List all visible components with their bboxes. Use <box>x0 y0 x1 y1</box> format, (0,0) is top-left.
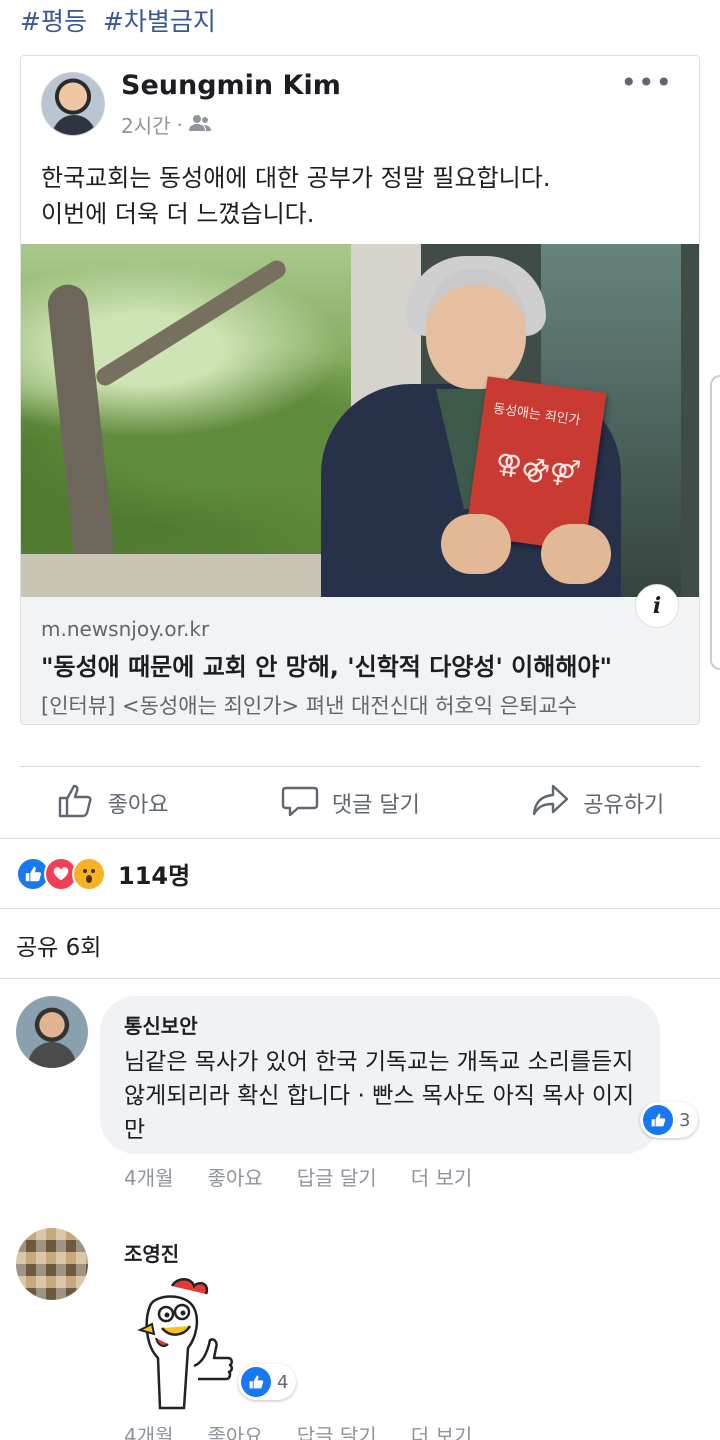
comment-like-badge[interactable]: 3 <box>640 1102 699 1138</box>
comment-like-button[interactable]: 좋아요 <box>208 1420 263 1440</box>
comment-bubble: 통신보안 님같은 목사가 있어 한국 기독교는 개독교 소리를듣지 않게되리라 … <box>100 996 660 1154</box>
like-button[interactable]: 좋아요 <box>56 780 169 826</box>
reaction-count: 114명 <box>118 862 191 890</box>
thumbs-up-icon <box>56 780 96 826</box>
comment-time[interactable]: 4개월 <box>124 1420 174 1440</box>
like-reaction-icon <box>643 1105 673 1135</box>
comment-like-count: 3 <box>679 1109 691 1131</box>
post-meta: 2시간 · <box>121 110 211 139</box>
comment-meta: 4개월 좋아요 답글 달기 더 보기 <box>124 1162 472 1191</box>
divider <box>0 978 720 979</box>
like-reaction-icon <box>241 1367 271 1397</box>
reactions-summary[interactable]: 114명 <box>16 856 190 891</box>
link-domain: m.newsnjoy.or.kr <box>41 617 210 641</box>
right-hand <box>541 524 611 584</box>
share-button[interactable]: 공유하기 <box>531 780 664 826</box>
comment-reply-button[interactable]: 답글 달기 <box>297 1420 377 1440</box>
comment-icon <box>280 780 320 826</box>
comment-label: 댓글 달기 <box>331 793 420 818</box>
comment-reply-button[interactable]: 답글 달기 <box>297 1162 377 1191</box>
comment-more-button[interactable]: 더 보기 <box>411 1162 473 1191</box>
comment-like-badge[interactable]: 4 <box>238 1364 297 1400</box>
shared-post-card: Seungmin Kim 2시간 · ••• 한국교회는 동성애에 대한 공부가… <box>20 55 700 725</box>
comment-more-button[interactable]: 더 보기 <box>411 1420 473 1440</box>
comment-text: 님같은 목사가 있어 한국 기독교는 개독교 소리를듣지 않게되리라 확신 합니… <box>124 1049 635 1143</box>
left-hand <box>441 514 511 574</box>
hashtag-link[interactable]: #차별금지 <box>103 7 216 36</box>
share-label: 공유하기 <box>583 793 665 818</box>
post-actions-bar: 좋아요 댓글 달기 공유하기 <box>0 768 720 838</box>
hashtag-link[interactable]: #평등 <box>20 7 87 36</box>
gender-symbols: ⚢⚣⚤ <box>493 448 582 491</box>
post-text-line: 이번에 더욱 더 느꼈습니다. <box>41 200 315 228</box>
book-title: 동성애는 죄인가 <box>492 401 582 429</box>
edge-panel-handle[interactable] <box>710 375 720 670</box>
link-preview-info[interactable]: m.newsnjoy.or.kr "동성애 때문에 교회 안 망해, '신학적 … <box>21 597 699 724</box>
comment-meta: 4개월 좋아요 답글 달기 더 보기 <box>124 1420 472 1440</box>
link-title: "동성애 때문에 교회 안 망해, '신학적 다양성' 이해해야" <box>41 653 612 681</box>
like-label: 좋아요 <box>107 793 169 818</box>
more-options-icon[interactable]: ••• <box>620 66 673 99</box>
post-text-line: 한국교회는 동성애에 대한 공부가 정말 필요합니다. <box>41 164 551 192</box>
divider <box>20 766 700 767</box>
commenter-name[interactable]: 조영진 <box>124 1238 179 1267</box>
rooster-thumbs-up-sticker[interactable] <box>132 1276 242 1416</box>
share-count[interactable]: 공유 6회 <box>16 928 101 962</box>
info-icon[interactable]: i <box>635 584 679 628</box>
link-description: [인터뷰] <동성애는 죄인가> 펴낸 대전신대 허호익 은퇴교수 <box>41 694 577 718</box>
comment-button[interactable]: 댓글 달기 <box>280 780 420 826</box>
meta-separator: · <box>176 112 183 137</box>
comment-time[interactable]: 4개월 <box>124 1162 174 1191</box>
divider <box>0 908 720 909</box>
post-text: 한국교회는 동성애에 대한 공부가 정말 필요합니다. 이번에 더욱 더 느꼈습… <box>41 160 681 232</box>
share-arrow-icon <box>531 780 571 826</box>
link-preview-image[interactable]: 동성애는 죄인가 ⚢⚣⚤ <box>21 244 699 597</box>
author-name[interactable]: Seungmin Kim <box>121 70 341 101</box>
commenter-name[interactable]: 통신보안 <box>124 1010 636 1039</box>
wow-reaction-icon <box>72 856 106 891</box>
post-hashtags: #평등 #차별금지 <box>20 2 224 38</box>
commenter-avatar[interactable] <box>16 996 88 1068</box>
ground <box>21 554 351 597</box>
comment-like-count: 4 <box>277 1371 289 1393</box>
friends-icon <box>188 113 211 137</box>
commenter-avatar[interactable] <box>16 1228 88 1300</box>
post-time[interactable]: 2시간 <box>121 110 171 139</box>
person-head <box>426 269 526 389</box>
divider <box>0 838 720 839</box>
author-avatar[interactable] <box>41 72 105 136</box>
comment-like-button[interactable]: 좋아요 <box>208 1162 263 1191</box>
